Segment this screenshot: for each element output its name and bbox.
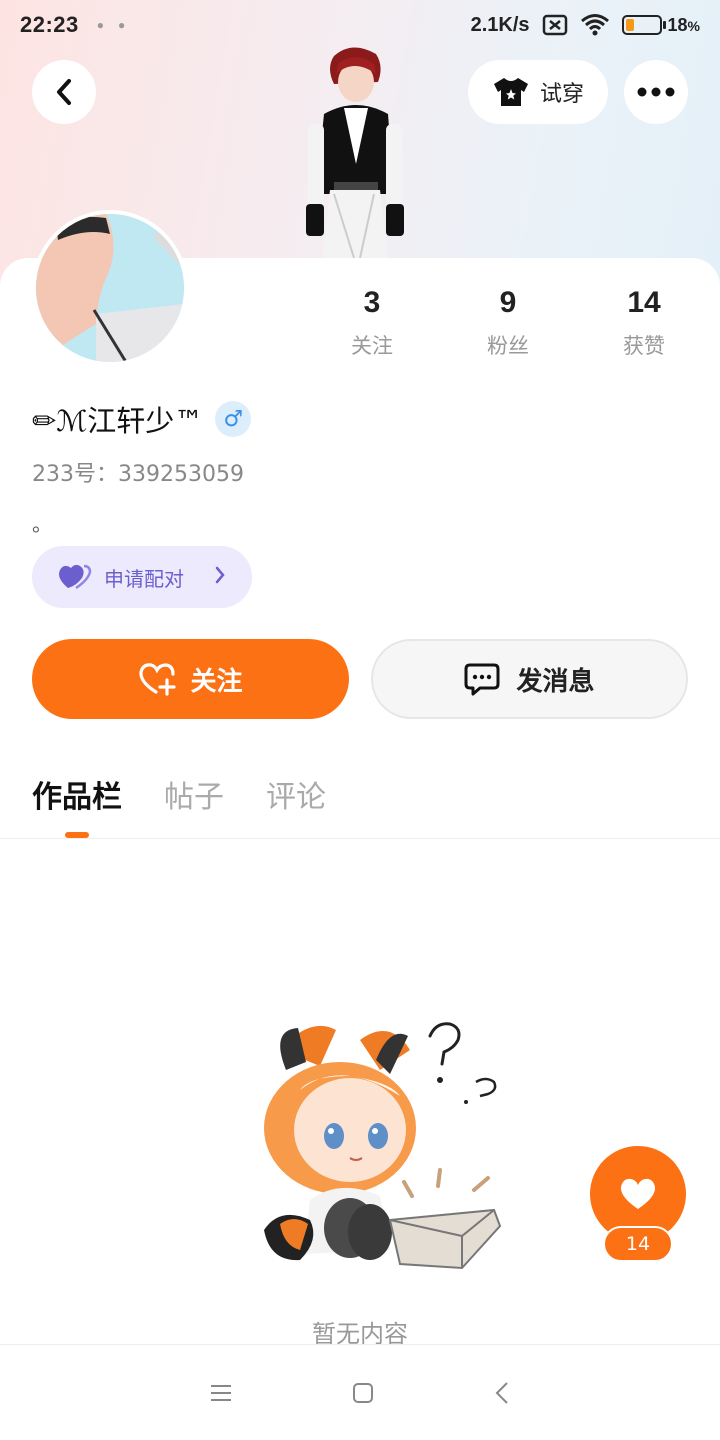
stat-value: 9 — [499, 286, 517, 319]
follow-label: 关注 — [190, 666, 243, 697]
stat-label: 关注 — [351, 334, 393, 358]
square-icon[interactable] — [352, 1382, 374, 1404]
stat-following[interactable]: 3 关注 — [304, 286, 440, 360]
back-triangle-icon[interactable] — [494, 1381, 510, 1405]
stat-value: 14 — [627, 286, 661, 319]
tab-comments[interactable]: 评论 — [266, 772, 326, 816]
try-on-button[interactable]: 试穿 — [468, 60, 608, 124]
heart-icon — [620, 1178, 656, 1209]
send-message-label: 发消息 — [516, 666, 595, 697]
avatar[interactable] — [32, 210, 188, 366]
stat-value: 3 — [363, 286, 381, 319]
user-id: 233号：339253059 — [32, 462, 244, 487]
sim-x-icon — [542, 14, 567, 36]
back-button[interactable] — [32, 60, 96, 124]
send-message-button[interactable]: 发消息 — [371, 639, 688, 719]
heart-pair-icon — [59, 564, 92, 590]
battery-unit: % — [687, 17, 700, 34]
tshirt-icon — [493, 78, 528, 106]
avatar-image — [36, 214, 184, 362]
content-tabs: 作品栏 帖子 评论 — [32, 772, 326, 816]
tab-divider — [0, 838, 720, 839]
request-pair-button[interactable]: 申请配对 — [32, 546, 252, 608]
try-on-label: 试穿 — [539, 82, 584, 107]
battery-percent: 18 — [667, 14, 688, 35]
menu-icon[interactable] — [210, 1383, 232, 1403]
chevron-left-icon — [57, 79, 71, 105]
stat-label: 获赞 — [623, 334, 665, 358]
avatar-character-figure — [306, 47, 404, 259]
battery-icon — [621, 15, 666, 35]
stat-followers[interactable]: 9 粉丝 — [440, 286, 576, 360]
system-nav-bar — [0, 1344, 720, 1440]
user-bio: 。 — [32, 512, 52, 536]
tab-works[interactable]: 作品栏 — [32, 772, 122, 816]
more-button[interactable] — [624, 60, 688, 124]
like-count: 14 — [603, 1226, 673, 1262]
more-horizontal-icon — [637, 87, 675, 97]
network-speed: 2.1K/s — [470, 13, 530, 36]
username: ✏ℳ江轩少™ — [32, 404, 204, 438]
empty-state-illustration — [264, 1022, 502, 1270]
heart-plus-icon — [139, 663, 177, 696]
status-time: 22:23 — [20, 12, 79, 37]
wifi-icon — [580, 14, 609, 36]
status-bar: 22:23 ●● 2.1K/s 18% — [0, 0, 720, 50]
tab-posts[interactable]: 帖子 — [164, 772, 224, 816]
stat-label: 粉丝 — [487, 334, 529, 358]
notification-icons: ●● — [96, 18, 140, 32]
follow-button[interactable]: 关注 — [32, 639, 349, 719]
battery-indicator: 18% — [621, 14, 700, 36]
chevron-right-icon — [214, 565, 226, 590]
name-row: ✏ℳ江轩少™ ♂ — [32, 398, 252, 440]
chat-bubble-icon — [464, 663, 500, 696]
profile-stats: 3 关注 9 粉丝 14 获赞 — [304, 286, 712, 360]
stat-likes[interactable]: 14 获赞 — [576, 286, 712, 360]
male-gender-icon: ♂ — [215, 401, 252, 437]
request-pair-label: 申请配对 — [104, 566, 184, 591]
